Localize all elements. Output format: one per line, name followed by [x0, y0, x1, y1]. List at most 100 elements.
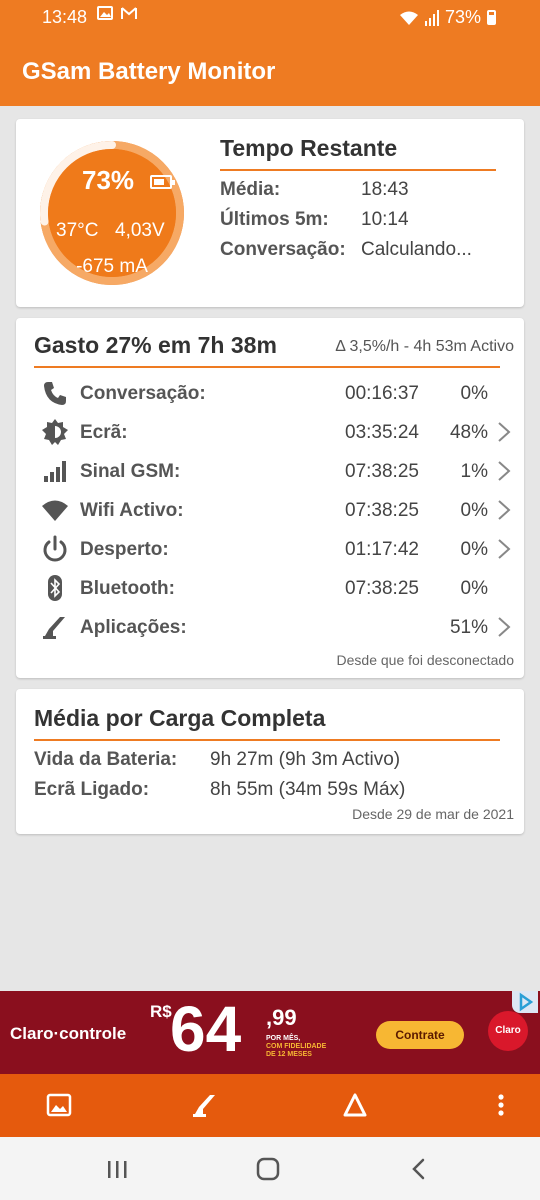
gauge-text: 73% 37°C 4,03V -675 mA [32, 133, 192, 293]
usage-percent: 0% [460, 383, 488, 404]
time-remaining-row: Conversação: Calculando... [220, 239, 472, 261]
chevron-right-icon [498, 539, 511, 559]
row-label: Últimos 5m: [220, 209, 329, 230]
brightness-icon [42, 419, 68, 445]
back-button[interactable] [404, 1155, 434, 1183]
usage-time: 03:35:24 [345, 422, 419, 443]
status-right: 73% [399, 7, 496, 28]
ad-cta-button[interactable]: Contrate [376, 1021, 464, 1049]
back-icon [412, 1158, 425, 1180]
ad-currency: R$ [150, 1002, 172, 1021]
gmail-notification-icon [121, 7, 138, 19]
app-title: GSam Battery Monitor [22, 58, 276, 85]
wifi-icon [42, 500, 68, 521]
ad-brand: Claro·controle [10, 1024, 127, 1043]
phone-icon [44, 382, 66, 405]
usage-time: 07:38:25 [345, 500, 419, 521]
usage-percent: 0% [460, 578, 488, 599]
battery-summary-card[interactable]: 73% 37°C 4,03V -675 mA Tempo Restante Mé… [16, 119, 524, 307]
adchoices-icon[interactable] [512, 991, 538, 1013]
battery-status-icon [487, 10, 496, 25]
usage-row-gsm[interactable]: Sinal GSM: 07:38:25 1% [16, 452, 524, 490]
battery-temperature: 37°C [56, 220, 99, 241]
usage-label: Conversação: [80, 383, 206, 404]
usage-time: 07:38:25 [345, 578, 419, 599]
row-label: Ecrã Ligado: [34, 779, 150, 800]
ad-fine-print: POR MÊS, COM FIDELIDADE DE 12 MESES [266, 1035, 346, 1059]
ad-logo: Claro [488, 1011, 528, 1051]
ad-fine-print-line: POR MÊS, [266, 1035, 301, 1042]
home-button[interactable] [253, 1155, 283, 1183]
average-charge-row: Vida da Bateria: 9h 27m (9h 3m Activo) [34, 749, 400, 771]
chevron-right-icon [498, 422, 511, 442]
usage-rate: Δ 3,5%/h - 4h 53m Activo [335, 338, 514, 355]
time-remaining-title: Tempo Restante [220, 135, 398, 161]
more-options-button[interactable] [486, 1090, 516, 1120]
battery-voltage: 4,03V [115, 220, 165, 241]
app-bar: GSam Battery Monitor [0, 34, 540, 106]
more-vert-icon [498, 1094, 504, 1116]
image-icon [46, 1093, 72, 1117]
row-value: 9h 27m (9h 3m Activo) [210, 749, 401, 770]
battery-percent: 73% [82, 165, 135, 195]
usage-percent: 51% [449, 617, 488, 638]
system-nav-bar [0, 1137, 540, 1200]
average-charge-footer: Desde 29 de mar de 2021 [352, 806, 514, 822]
usage-time: 01:17:42 [345, 539, 419, 560]
usage-label: Desperto: [80, 539, 169, 560]
ad-price-cents: ,99 [266, 1005, 297, 1030]
usage-label: Sinal GSM: [80, 461, 181, 482]
power-icon [43, 535, 67, 562]
chevron-right-icon [498, 500, 511, 520]
usage-label: Aplicações: [80, 617, 187, 638]
usage-row-conversation: Conversação: 00:16:37 0% [16, 374, 524, 412]
chevron-right-icon [498, 617, 511, 637]
average-charge-title: Média por Carga Completa [34, 705, 326, 731]
row-value: 10:14 [361, 209, 409, 230]
battery-icon [150, 175, 175, 189]
usage-row-apps[interactable]: Aplicações: 51% [16, 608, 524, 646]
status-time: 13:48 [42, 7, 88, 27]
usage-row-wifi[interactable]: Wifi Activo: 07:38:25 0% [16, 491, 524, 529]
usage-row-screen[interactable]: Ecrã: 03:35:24 48% [16, 413, 524, 451]
usage-footer: Desde que foi desconectado [336, 652, 514, 668]
time-remaining-row: Últimos 5m: 10:14 [220, 209, 409, 231]
ad-banner[interactable]: Claro·controle R$ 64 ,99 POR MÊS, COM FI… [0, 991, 540, 1074]
usage-row-awake[interactable]: Desperto: 01:17:42 0% [16, 530, 524, 568]
usage-label: Ecrã: [80, 422, 128, 443]
recents-icon [108, 1161, 127, 1178]
usage-label: Bluetooth: [80, 578, 175, 599]
usage-time: 00:16:37 [345, 383, 419, 404]
title-rule [34, 366, 500, 368]
time-remaining-row: Média: 18:43 [220, 179, 409, 201]
apps-button[interactable] [190, 1090, 220, 1120]
average-charge-row: Ecrã Ligado: 8h 55m (34m 59s Máx) [34, 779, 405, 801]
delta-button[interactable] [340, 1090, 370, 1120]
ad-fine-print-line: DE 12 MESES [266, 1051, 312, 1058]
usage-percent: 1% [460, 461, 488, 482]
wifi-status-icon [399, 11, 418, 25]
row-label: Média: [220, 179, 281, 200]
status-bar: 13:48 73% [0, 0, 540, 34]
title-rule [220, 169, 496, 171]
signal-status-icon [424, 9, 439, 26]
title-rule [34, 739, 500, 741]
usage-time: 07:38:25 [345, 461, 419, 482]
usage-label: Wifi Activo: [80, 500, 184, 521]
ad-price-main: 64 [170, 993, 242, 1065]
recents-button[interactable] [102, 1155, 132, 1183]
usage-card: Gasto 27% em 7h 38m Δ 3,5%/h - 4h 53m Ac… [16, 318, 524, 678]
row-label: Conversação: [220, 239, 346, 260]
bottom-toolbar [0, 1074, 540, 1137]
status-battery-text: 73% [444, 7, 481, 27]
screenshot-button[interactable] [44, 1090, 74, 1120]
usage-percent: 48% [449, 422, 488, 443]
notification-icons [97, 6, 138, 25]
delta-icon [343, 1093, 367, 1117]
usage-row-bluetooth: Bluetooth: 07:38:25 0% [16, 569, 524, 607]
home-icon [256, 1157, 280, 1181]
battery-current: -675 mA [76, 256, 148, 277]
row-value: 18:43 [361, 179, 409, 200]
usage-title: Gasto 27% em 7h 38m [34, 332, 277, 358]
usage-percent: 0% [460, 539, 488, 560]
